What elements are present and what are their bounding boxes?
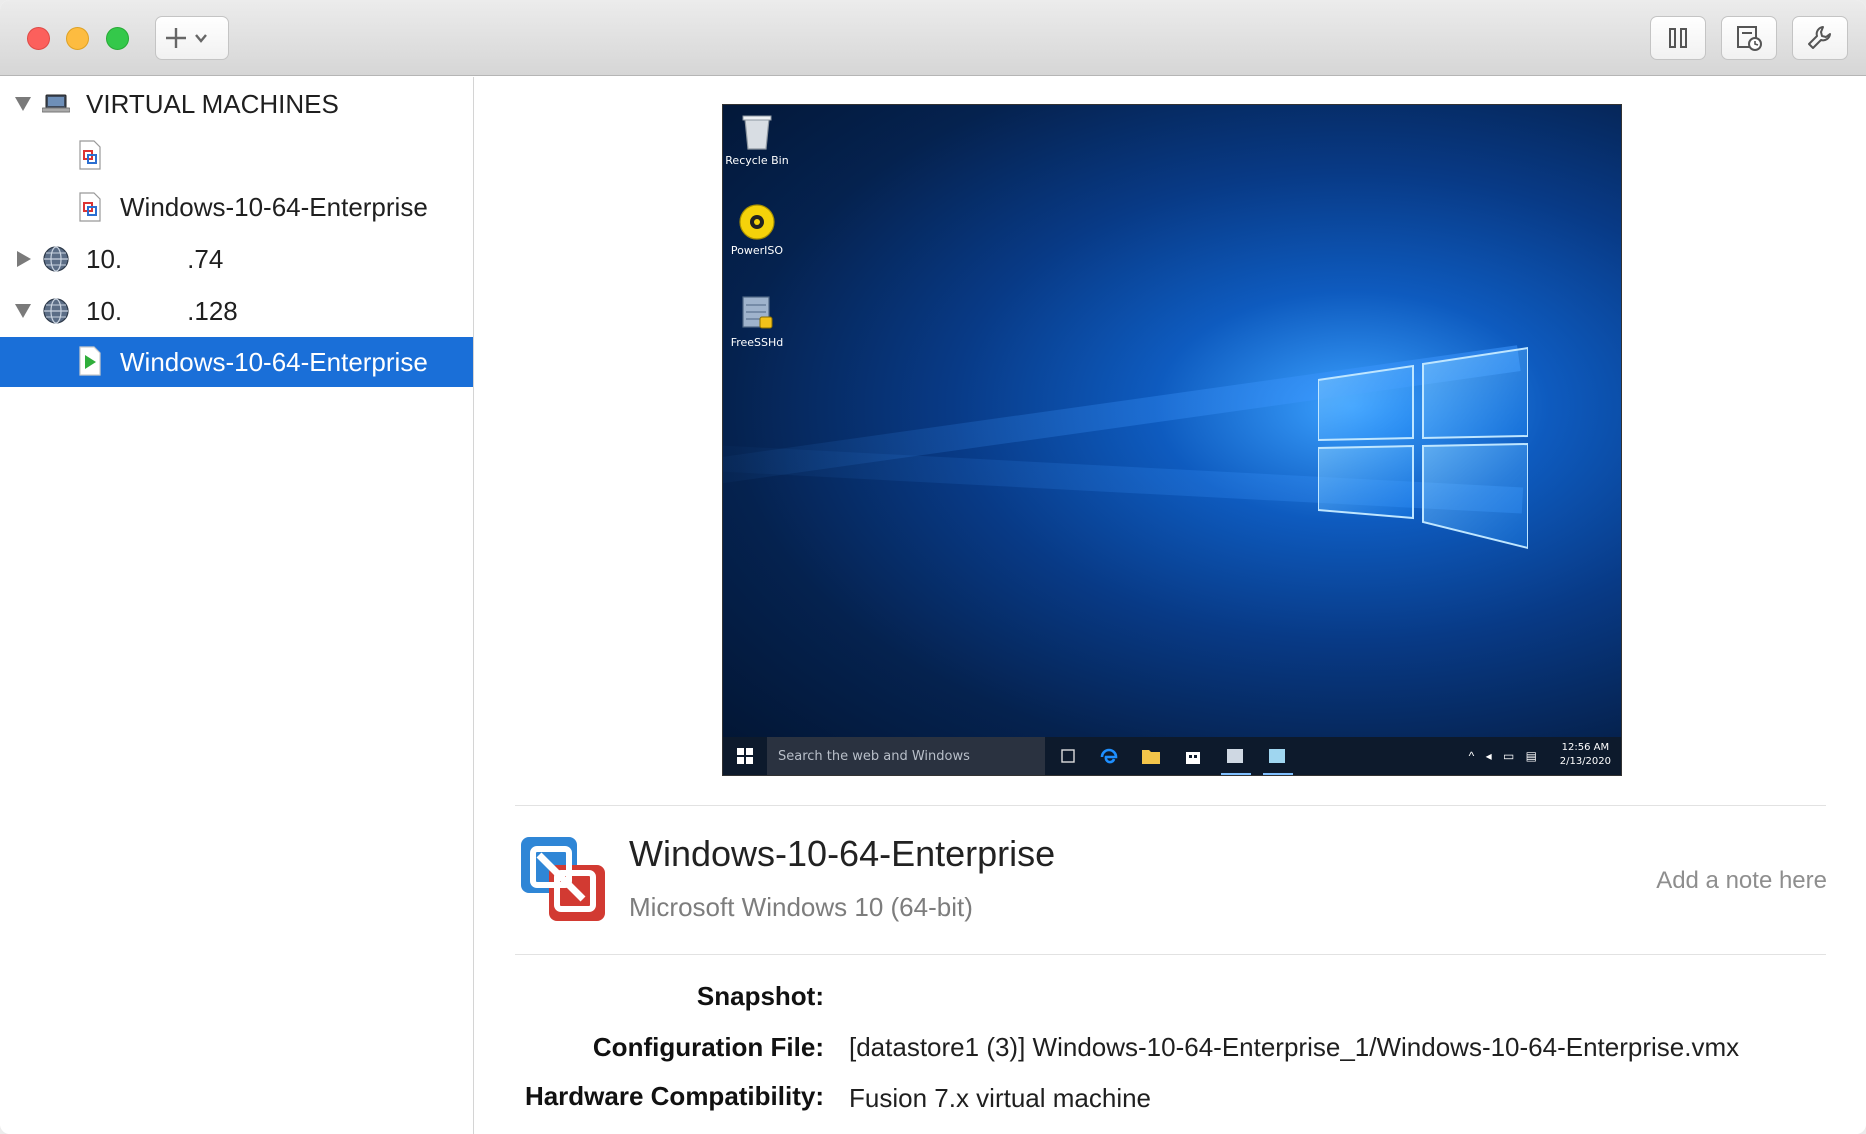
titlebar [0, 0, 1866, 76]
vm-file-icon [79, 192, 101, 222]
start-icon[interactable] [737, 748, 753, 764]
vmware-fusion-logo-icon [521, 837, 605, 921]
configuration-file-label: Configuration File: [592, 1032, 824, 1062]
globe-server-icon [43, 298, 69, 324]
sidebar-section-title: VIRTUAL MACHINES [86, 88, 339, 119]
recycle-bin-icon [742, 115, 772, 150]
windows-taskbar: Search the web and Windows ^ ◂ ▭ ▤ 12:56… [723, 737, 1621, 775]
app-icon[interactable] [1225, 746, 1245, 766]
suspend-button[interactable] [1650, 16, 1706, 60]
edge-browser-icon[interactable] [1099, 746, 1119, 766]
app-window: VIRTUAL MACHINES Windows-10-64-Enterpris… [0, 0, 1866, 1134]
chevron-down-icon [195, 34, 207, 43]
system-tray-icons[interactable]: ^ ◂ ▭ ▤ [1469, 749, 1541, 763]
desktop-icon-poweriso[interactable]: PowerISO [723, 203, 792, 257]
laptop-icon [42, 94, 70, 113]
divider [515, 954, 1826, 955]
snapshot-icon [1737, 26, 1762, 51]
snapshot-button[interactable] [1721, 16, 1777, 60]
disclosure-expanded-icon[interactable] [15, 304, 31, 318]
sidebar-item-label: 10. .128 [86, 295, 238, 326]
taskbar-search-box[interactable]: Search the web and Windows [767, 737, 1045, 775]
sidebar-item-label: Windows-10-64-Enterprise [120, 191, 428, 222]
store-icon[interactable] [1183, 746, 1203, 766]
sidebar-item-vm[interactable]: Windows-10-64-Enterprise [0, 182, 473, 232]
settings-wrench-icon [1808, 26, 1831, 49]
hardware-compatibility-value: Fusion 7.x virtual machine [849, 1083, 1152, 1113]
globe-server-icon [43, 246, 69, 272]
configuration-file-value: [datastore1 (3)] Windows-10-64-Enterpris… [849, 1032, 1740, 1062]
sidebar-item-server[interactable]: 10. .74 [0, 234, 473, 284]
windows-logo-icon [1318, 346, 1528, 550]
sidebar-item-vm-selected[interactable]: Windows-10-64-Enterprise [0, 337, 473, 387]
settings-button[interactable] [1792, 16, 1848, 60]
file-explorer-icon[interactable] [1141, 747, 1161, 765]
task-view-icon[interactable] [1059, 749, 1077, 763]
vm-running-icon [79, 346, 101, 376]
server-lock-icon [742, 296, 773, 329]
vm-detail-panel: Recycle Bin PowerISO FreeSSHd Search the… [475, 77, 1866, 1134]
desktop-icon-freesshd[interactable]: FreeSSHd [723, 293, 792, 349]
taskbar-clock[interactable]: 12:56 AM 2/13/2020 [1560, 741, 1611, 769]
desktop-icon-label: PowerISO [730, 244, 784, 257]
disclosure-collapsed-icon[interactable] [17, 251, 31, 267]
desktop-icon-label: Recycle Bin [725, 154, 789, 167]
minimize-window-button[interactable] [66, 27, 89, 50]
divider [515, 805, 1826, 806]
desktop-icon-label: FreeSSHd [730, 336, 784, 349]
pause-icon [1669, 28, 1687, 48]
add-button[interactable] [155, 16, 229, 60]
sidebar-section-virtual-machines[interactable]: VIRTUAL MACHINES [0, 79, 473, 129]
sidebar-item-label: Windows-10-64-Enterprise [120, 346, 428, 377]
vm-file-icon [79, 140, 101, 170]
desktop-icon-recycle-bin[interactable]: Recycle Bin [723, 113, 792, 167]
vm-os-label: Microsoft Windows 10 (64-bit) [629, 892, 973, 922]
zoom-window-button[interactable] [106, 27, 129, 50]
sidebar-item-vm[interactable] [0, 130, 473, 180]
sidebar: VIRTUAL MACHINES Windows-10-64-Enterpris… [0, 77, 474, 1134]
snapshot-label: Snapshot: [696, 981, 824, 1011]
hardware-compatibility-label: Hardware Compatibility: [524, 1081, 824, 1111]
disclosure-expanded-icon[interactable] [15, 97, 31, 111]
sidebar-item-label: 10. .74 [86, 243, 224, 274]
app-window-icon[interactable] [1267, 746, 1287, 766]
plus-icon [166, 28, 207, 48]
vm-title: Windows-10-64-Enterprise [629, 833, 1056, 874]
vm-screen-preview[interactable]: Recycle Bin PowerISO FreeSSHd Search the… [722, 104, 1622, 776]
disc-icon [739, 204, 775, 240]
sidebar-item-server[interactable]: 10. .128 [0, 286, 473, 336]
add-note-field[interactable]: Add a note here [1656, 867, 1827, 895]
close-window-button[interactable] [27, 27, 50, 50]
